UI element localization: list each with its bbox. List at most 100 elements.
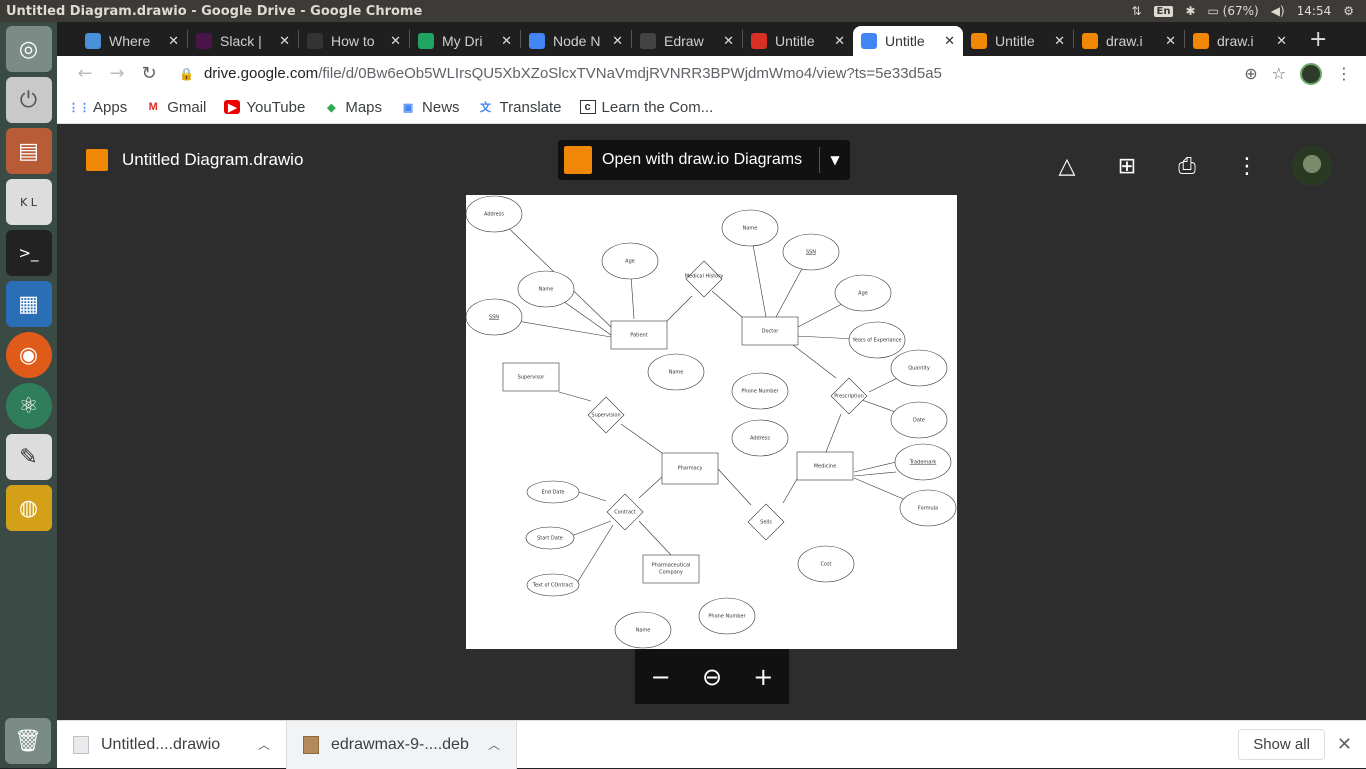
bookmark-translate[interactable]: 文 Translate xyxy=(478,99,561,116)
forward-button[interactable]: → xyxy=(101,63,133,84)
profile-avatar[interactable] xyxy=(1300,62,1322,85)
download-item[interactable]: edrawmax-9-....deb ︿ xyxy=(287,720,517,769)
attr-name-doctor: Name xyxy=(743,226,758,232)
tab-5[interactable]: Edraw ✕ xyxy=(632,26,742,56)
tab-favicon-icon xyxy=(307,33,323,49)
close-tab-icon[interactable]: ✕ xyxy=(834,33,845,49)
system-top-bar: Untitled Diagram.drawio - Google Drive -… xyxy=(0,0,1366,22)
bookmark-apps[interactable]: ⋮⋮ Apps xyxy=(68,98,128,116)
tab-label: draw.i xyxy=(1106,33,1143,49)
more-options-icon[interactable]: ⋮ xyxy=(1232,154,1262,179)
close-tab-icon[interactable]: ✕ xyxy=(723,33,734,49)
files-icon[interactable]: ▤ xyxy=(5,128,52,174)
attr-address-pharmacy: Address xyxy=(750,436,770,442)
tab-0[interactable]: Where ✕ xyxy=(77,26,187,56)
power-icon[interactable]: ⏻ xyxy=(5,77,52,123)
close-tab-icon[interactable]: ✕ xyxy=(1165,33,1176,49)
reload-button[interactable]: ↻ xyxy=(133,63,165,84)
zoom-in-icon[interactable]: + xyxy=(753,663,773,691)
trash-icon[interactable]: 🗑 xyxy=(5,718,51,764)
entity-supervisor: Supervisor xyxy=(518,375,546,381)
close-tab-icon[interactable]: ✕ xyxy=(944,33,955,49)
address-bar[interactable]: 🔒 drive.google.com/file/d/0Bw6eOb5WLIrsQ… xyxy=(165,60,1244,88)
bookmark-maps[interactable]: ◆ Maps xyxy=(323,99,382,116)
clock[interactable]: 14:54 xyxy=(1297,4,1332,18)
dropdown-caret-icon[interactable]: ▼ xyxy=(820,153,850,167)
tab-4[interactable]: Node N ✕ xyxy=(521,26,631,56)
lock-icon[interactable]: 🔒 xyxy=(179,67,194,81)
writer-icon[interactable]: ▦ xyxy=(5,281,52,327)
zoom-icon[interactable]: ⊕ xyxy=(1244,64,1257,83)
close-tab-icon[interactable]: ✕ xyxy=(1054,33,1065,49)
atom-icon[interactable]: ⚛ xyxy=(5,383,52,429)
tab-1[interactable]: Slack | ✕ xyxy=(188,26,298,56)
tab-favicon-icon xyxy=(640,33,656,49)
tab-9[interactable]: draw.i ✕ xyxy=(1074,26,1184,56)
attr-age-patient: Age xyxy=(625,259,635,265)
keyboard-indicator[interactable]: En xyxy=(1153,5,1174,17)
close-tab-icon[interactable]: ✕ xyxy=(501,33,512,49)
tab-3[interactable]: My Dri ✕ xyxy=(410,26,520,56)
zoom-out-icon[interactable]: − xyxy=(651,663,671,691)
attr-name-company: Name xyxy=(636,628,651,634)
battery-percent: (67%) xyxy=(1222,4,1259,18)
tab-2[interactable]: How to ✕ xyxy=(299,26,409,56)
chevron-up-icon[interactable]: ︿ xyxy=(488,736,500,753)
chevron-up-icon[interactable]: ︿ xyxy=(258,736,270,753)
tab-8[interactable]: Untitle ✕ xyxy=(963,26,1073,56)
tab-6[interactable]: Untitle ✕ xyxy=(743,26,853,56)
close-tab-icon[interactable]: ✕ xyxy=(390,33,401,49)
zoom-reset-icon[interactable]: ⊖ xyxy=(702,663,722,691)
keyboard-app-icon[interactable]: K L xyxy=(5,179,52,225)
close-tab-icon[interactable]: ✕ xyxy=(612,33,623,49)
bookmark-youtube[interactable]: ▶ YouTube xyxy=(224,99,305,116)
menu-kebab-icon[interactable]: ⋮ xyxy=(1336,64,1352,83)
tab-label: Untitle xyxy=(775,33,815,49)
tab-favicon-icon xyxy=(196,33,212,49)
firefox-icon[interactable]: ◉ xyxy=(5,332,52,378)
bluetooth-icon[interactable]: ✱ xyxy=(1185,4,1195,18)
bookmark-learn[interactable]: c Learn the Com... xyxy=(579,99,713,116)
add-comment-icon[interactable]: ⊞ xyxy=(1112,154,1142,179)
url-host: drive.google.com xyxy=(203,65,319,82)
tab-favicon-icon xyxy=(1082,33,1098,49)
open-with-button[interactable]: Open with draw.io Diagrams ▼ xyxy=(558,140,850,180)
tab-favicon-icon xyxy=(85,33,101,49)
show-all-button[interactable]: Show all xyxy=(1238,729,1325,760)
tab-strip: Where ✕ Slack | ✕ How to ✕ My Dri ✕ Node N ✕ … xyxy=(57,22,1366,56)
network-icon[interactable]: ⇅ xyxy=(1131,4,1141,18)
add-to-drive-icon[interactable]: △ xyxy=(1052,154,1082,179)
drawio-logo-icon xyxy=(86,149,108,171)
volume-icon[interactable]: ◀) xyxy=(1271,4,1285,18)
text-editor-icon[interactable]: ✎ xyxy=(5,434,52,480)
account-avatar[interactable] xyxy=(1292,146,1332,186)
zoom-controls: − ⊖ + xyxy=(635,649,789,704)
close-tab-icon[interactable]: ✕ xyxy=(168,33,179,49)
close-shelf-icon[interactable]: ✕ xyxy=(1337,734,1352,755)
rel-contract: Contract xyxy=(614,510,636,516)
chrome-icon[interactable]: ◍ xyxy=(5,485,52,531)
close-tab-icon[interactable]: ✕ xyxy=(1276,33,1287,49)
download-item[interactable]: Untitled....drawio ︿ xyxy=(57,720,287,769)
settings-gear-icon[interactable]: ⚙ xyxy=(1343,4,1354,18)
print-icon[interactable]: ⎙ xyxy=(1172,154,1202,179)
entity-pharma-company-line1: Pharmaceutical xyxy=(652,563,691,569)
dash-home-icon[interactable]: ◎ xyxy=(5,26,52,72)
rel-prescription: Prescription xyxy=(834,394,864,400)
new-tab-button[interactable]: + xyxy=(1295,27,1341,52)
back-button[interactable]: ← xyxy=(69,63,101,84)
bookmark-label: Apps xyxy=(93,98,128,116)
file-title: Untitled Diagram.drawio xyxy=(122,150,304,169)
bookmark-news[interactable]: ▣ News xyxy=(400,99,460,116)
browser-toolbar: ← → ↻ 🔒 drive.google.com/file/d/0Bw6eOb5… xyxy=(57,56,1366,91)
terminal-icon[interactable]: >_ xyxy=(5,230,52,276)
battery-indicator[interactable]: ▭ (67%) xyxy=(1208,4,1259,18)
tab-7-active[interactable]: Untitle ✕ xyxy=(853,26,963,56)
bookmark-gmail[interactable]: M Gmail xyxy=(145,99,207,116)
close-tab-icon[interactable]: ✕ xyxy=(279,33,290,49)
tab-label: Untitle xyxy=(995,33,1035,49)
tab-favicon-icon xyxy=(529,33,545,49)
diagram-preview[interactable]: Address Age Medical History Name SSN Nam… xyxy=(466,195,957,649)
bookmark-star-icon[interactable]: ☆ xyxy=(1272,64,1286,83)
tab-10[interactable]: draw.i ✕ xyxy=(1185,26,1295,56)
